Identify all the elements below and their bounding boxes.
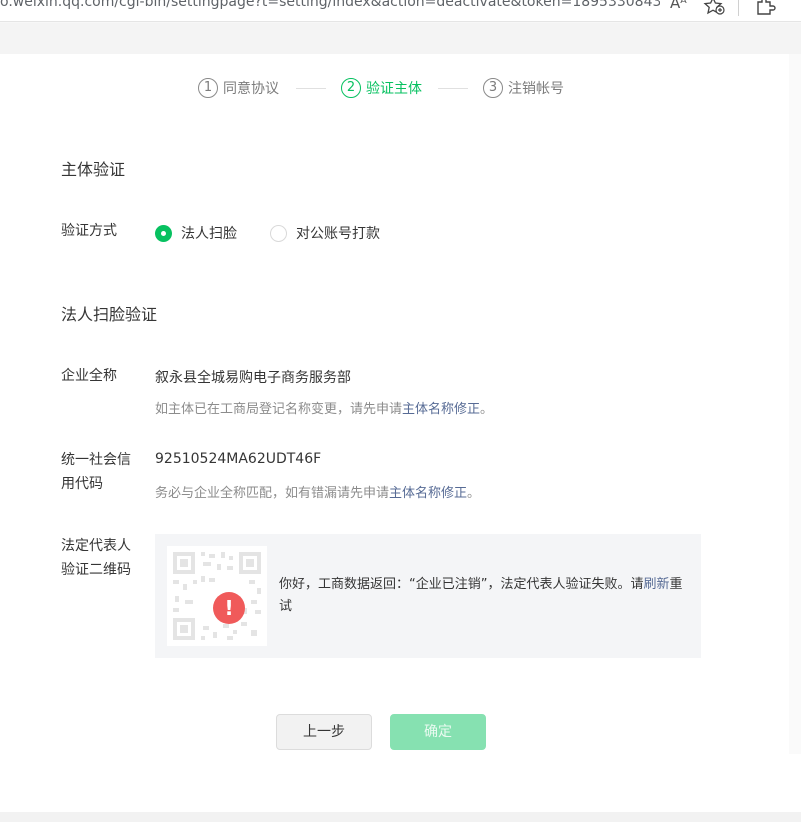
method-label: 验证方式 (61, 223, 117, 239)
name-correction-link[interactable]: 主体名称修正 (389, 486, 467, 501)
qr-code-label-line1: 法定代表人 (61, 538, 131, 554)
credit-code-label: 统一社会信 用代码 (61, 448, 131, 496)
qr-error-message: 你好，工商数据返回：“企业已注销”，法定代表人验证失败。请刷新重试 (279, 574, 689, 618)
extensions-icon[interactable] (754, 0, 776, 16)
qr-code-label-line2: 验证二维码 (61, 562, 131, 578)
company-name-value: 叙永县全城易购电子商务服务部 (155, 370, 351, 386)
qr-code-image: ! (167, 546, 267, 646)
credit-code-hint: 务必与企业全称匹配，如有错漏请先申请主体名称修正。 (155, 482, 480, 501)
page-top-gap (0, 23, 801, 54)
page-bottom-strip (0, 812, 801, 822)
radio-bank-transfer[interactable]: 对公账号打款 (270, 223, 380, 243)
step-agree: 1 同意协议 (198, 77, 279, 99)
error-text: 你好，工商数据返回：“企业已注销”，法定代表人验证失败。请 (279, 577, 644, 592)
refresh-link[interactable]: 刷新 (643, 577, 669, 592)
step-label: 验证主体 (366, 81, 422, 97)
hint-text: 如主体已在工商局登记名称变更，请先申请 (155, 402, 403, 417)
previous-step-button[interactable]: 上一步 (276, 714, 372, 750)
read-aloud-icon[interactable]: Aᴬ (670, 0, 687, 12)
credit-code-label-line2: 用代码 (61, 476, 103, 492)
toolbar-divider (738, 0, 739, 16)
step-connector (296, 88, 326, 89)
section-title-face-scan: 法人扫脸验证 (61, 305, 158, 324)
step-number: 1 (198, 78, 218, 98)
step-connector (438, 88, 468, 89)
add-favorite-icon[interactable] (703, 0, 727, 16)
step-label: 注销帐号 (508, 81, 564, 97)
step-number: 3 (483, 78, 503, 98)
qr-code-label: 法定代表人 验证二维码 (61, 534, 131, 582)
step-verify: 2 验证主体 (341, 77, 422, 99)
company-name-label: 企业全称 (61, 368, 117, 384)
warning-icon: ! (213, 592, 245, 624)
name-correction-link[interactable]: 主体名称修正 (402, 402, 480, 417)
right-gutter (789, 54, 801, 754)
confirm-button[interactable]: 确定 (390, 714, 486, 750)
company-name-hint: 如主体已在工商局登记名称变更，请先申请主体名称修正。 (155, 398, 493, 417)
radio-label: 对公账号打款 (296, 226, 380, 242)
credit-code-label-line1: 统一社会信 (61, 452, 131, 468)
hint-text: 。 (467, 486, 481, 501)
radio-label: 法人扫脸 (181, 226, 237, 242)
hint-text: 务必与企业全称匹配，如有错漏请先申请 (155, 486, 390, 501)
browser-address-bar: o.weixin.qq.com/cgi-bin/settingpage?t=se… (0, 0, 801, 22)
radio-legal-face-scan[interactable]: 法人扫脸 (155, 223, 237, 243)
section-title-verify: 主体验证 (61, 160, 126, 179)
hint-text: 。 (480, 402, 494, 417)
radio-checked-icon (155, 224, 172, 242)
step-deactivate: 3 注销帐号 (483, 77, 564, 99)
qr-code-panel: ! 你好，工商数据返回：“企业已注销”，法定代表人验证失败。请刷新重试 (155, 534, 701, 658)
credit-code-value: 92510524MA62UDT46F (155, 451, 322, 467)
radio-unchecked-icon (270, 224, 287, 242)
step-number: 2 (341, 78, 361, 98)
address-url[interactable]: o.weixin.qq.com/cgi-bin/settingpage?t=se… (0, 0, 660, 10)
step-label: 同意协议 (223, 81, 279, 97)
